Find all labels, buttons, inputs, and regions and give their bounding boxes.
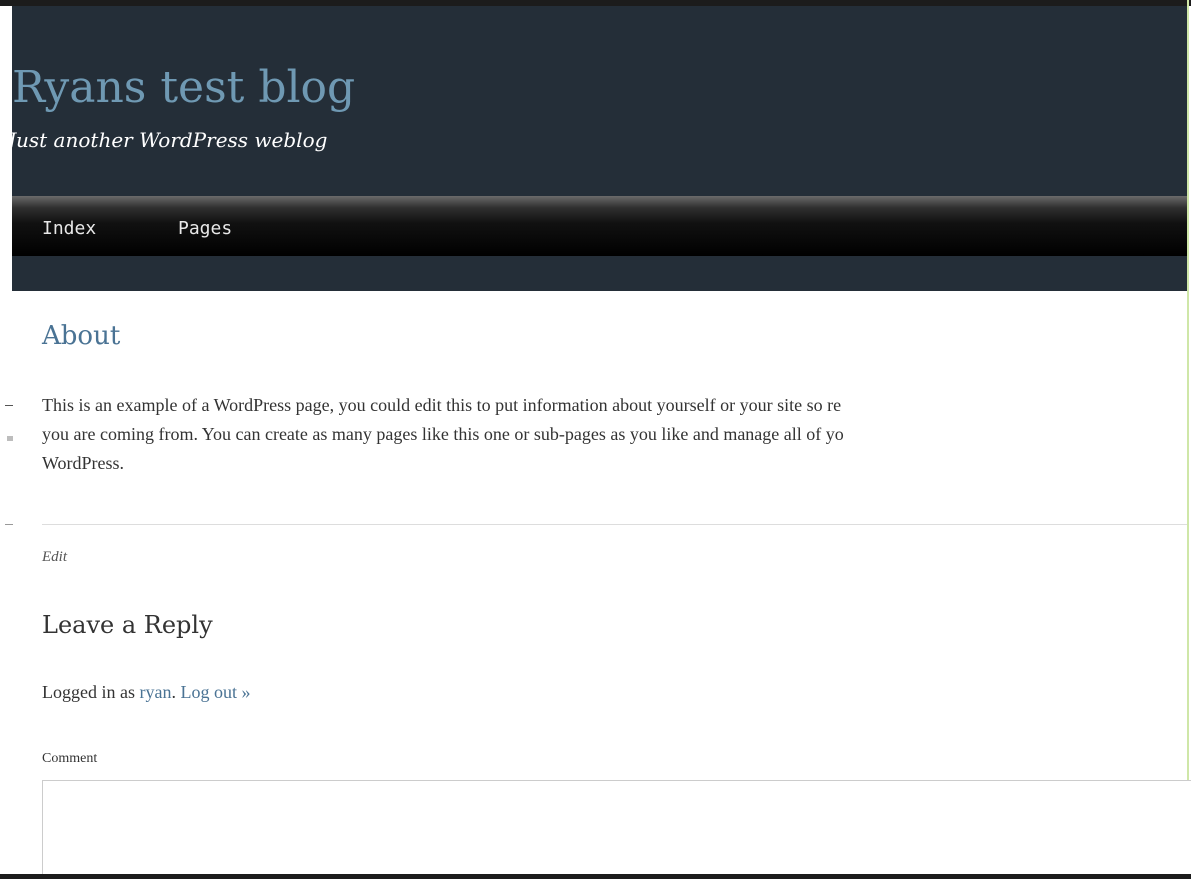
- site-title[interactable]: Ryans test blog: [12, 62, 355, 113]
- comment-label: Comment: [42, 751, 98, 766]
- edge-marker: [5, 405, 13, 406]
- bottom-border: [0, 874, 1191, 879]
- page-body: This is an example of a WordPress page, …: [42, 391, 1182, 478]
- nav-item-pages[interactable]: Pages: [178, 218, 232, 239]
- logged-in-status: Logged in as ryan. Log out »: [42, 682, 250, 703]
- site-header: Ryans test blog Just another WordPress w…: [8, 6, 1187, 291]
- right-edge: [1187, 0, 1189, 874]
- username-link[interactable]: ryan: [139, 682, 171, 702]
- body-line: you are coming from. You can create as m…: [42, 424, 844, 444]
- comment-textarea[interactable]: [42, 780, 1191, 879]
- logout-link[interactable]: Log out »: [180, 682, 250, 702]
- body-line: This is an example of a WordPress page, …: [42, 395, 842, 415]
- body-line: WordPress.: [42, 453, 125, 473]
- edge-marker: [5, 524, 13, 525]
- divider: [42, 524, 1187, 525]
- reply-heading: Leave a Reply: [42, 611, 213, 639]
- logged-in-prefix: Logged in as: [42, 682, 140, 702]
- nav-item-index[interactable]: Index: [42, 218, 96, 239]
- edge-marker: [7, 436, 13, 441]
- edit-link[interactable]: Edit: [42, 549, 67, 566]
- site-tagline: Just another WordPress weblog: [8, 128, 328, 152]
- nav-bar: Index Pages: [12, 196, 1187, 256]
- browser-viewport: Ryans test blog Just another WordPress w…: [0, 0, 1191, 879]
- page-title[interactable]: About: [42, 321, 120, 351]
